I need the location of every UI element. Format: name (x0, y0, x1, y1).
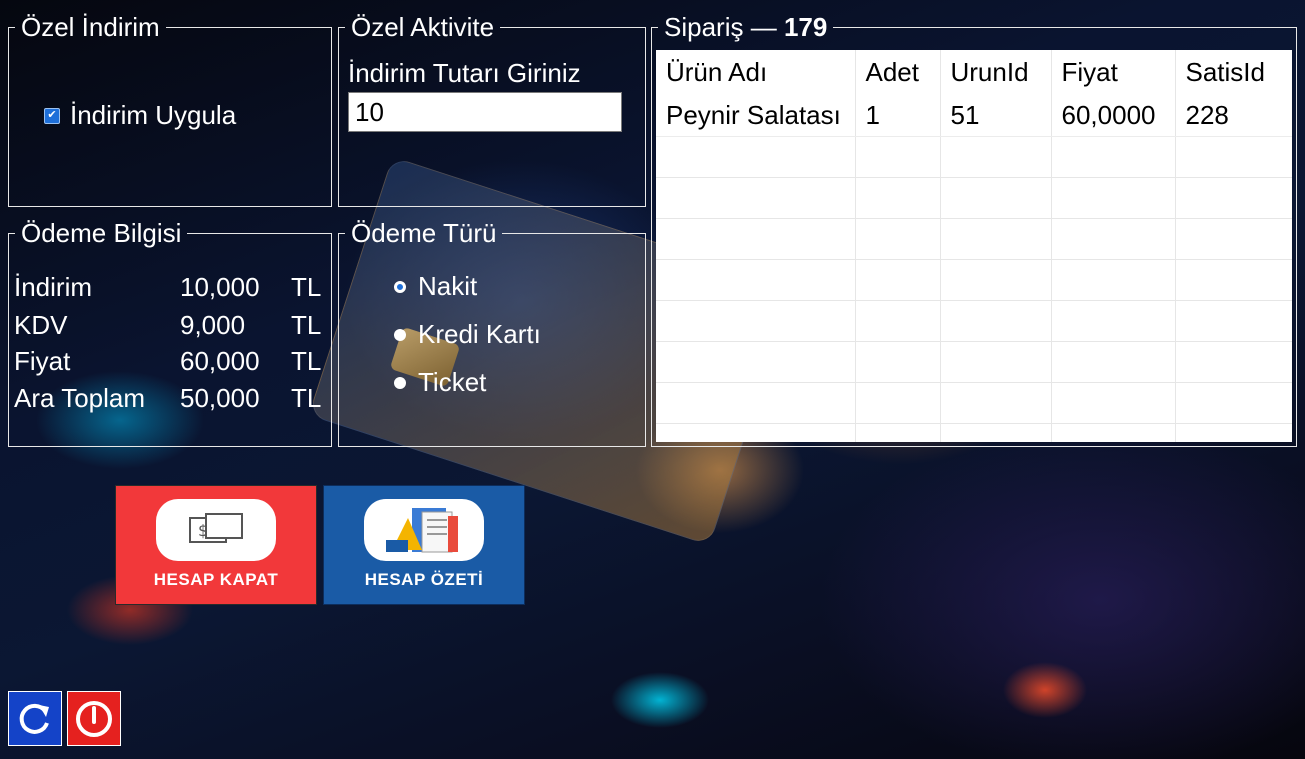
empty-row (656, 300, 1292, 342)
hesap-kapat-button[interactable]: $ HESAP KAPAT (115, 485, 317, 605)
column-header-satisid[interactable]: SatisId (1175, 50, 1292, 95)
info-unit: TL (291, 383, 322, 413)
grid-header-row: Ürün Adı Adet UrunId Fiyat SatisId (656, 50, 1292, 95)
info-unit: TL (291, 272, 322, 302)
info-value: 10,000 (180, 272, 260, 302)
info-value: 60,000 (180, 346, 260, 376)
empty-row (656, 341, 1292, 383)
empty-row (656, 423, 1292, 442)
ozel-indirim-legend: Özel İndirim (21, 12, 160, 42)
cell-fiyat[interactable]: 60,0000 (1051, 95, 1176, 137)
siparis-legend: Sipariş — 179 (664, 12, 828, 42)
column-header-adet[interactable]: Adet (855, 50, 941, 95)
info-key: Fiyat (14, 346, 71, 376)
odeme-bilgisi-legend: Ödeme Bilgisi (21, 218, 182, 248)
hesap-ozeti-button[interactable]: HESAP ÖZETİ (323, 485, 525, 605)
info-key: KDV (14, 310, 68, 340)
siparis-grid[interactable]: Ürün Adı Adet UrunId Fiyat SatisId Peyni… (656, 50, 1292, 442)
siparis-number: 179 (783, 12, 828, 42)
power-button[interactable] (67, 691, 121, 746)
column-header-fiyat[interactable]: Fiyat (1051, 50, 1176, 95)
radio-ticket[interactable]: Ticket (394, 367, 486, 398)
radio-kredi-karti[interactable]: Kredi Kartı (394, 319, 541, 350)
info-key: İndirim (14, 272, 93, 302)
indirim-uygula-checkbox[interactable]: ✔ İndirim Uygula (44, 100, 236, 131)
radio-unselected-icon[interactable] (394, 328, 406, 341)
table-row[interactable]: Peynir Salatası 1 51 60,0000 228 (656, 95, 1292, 137)
odeme-turu-legend: Ödeme Türü (351, 218, 497, 248)
hesap-kapat-label[interactable]: HESAP KAPAT (154, 570, 279, 590)
info-key: Ara Toplam (14, 383, 146, 413)
indirim-tutari-label: İndirim Tutarı Giriniz (348, 58, 581, 88)
refresh-button[interactable] (8, 691, 62, 746)
empty-row (656, 259, 1292, 301)
radio-nakit[interactable]: Nakit (394, 271, 477, 302)
radio-selected-icon[interactable] (394, 280, 406, 293)
indirim-tutari-input[interactable] (348, 92, 622, 132)
info-value: 9,000 (180, 310, 246, 340)
indirim-uygula-label[interactable]: İndirim Uygula (70, 100, 236, 131)
hesap-ozeti-label[interactable]: HESAP ÖZETİ (365, 570, 484, 590)
power-icon[interactable] (73, 698, 115, 740)
empty-row (656, 177, 1292, 219)
radio-label[interactable]: Nakit (418, 271, 477, 302)
svg-text:$: $ (198, 521, 208, 540)
radio-unselected-icon[interactable] (394, 376, 406, 389)
empty-row (656, 136, 1292, 178)
column-header-urunid[interactable]: UrunId (940, 50, 1052, 95)
ozel-aktivite-legend: Özel Aktivite (351, 12, 495, 42)
cell-adet[interactable]: 1 (855, 95, 941, 137)
radio-label[interactable]: Ticket (418, 367, 486, 398)
empty-row (656, 382, 1292, 424)
cash-payment-icon[interactable]: $ (156, 499, 276, 561)
report-documents-icon[interactable] (364, 499, 484, 561)
empty-row (656, 218, 1292, 260)
cell-urun-adi[interactable]: Peynir Salatası (656, 95, 856, 137)
cell-urunid[interactable]: 51 (940, 95, 1052, 137)
info-unit: TL (291, 346, 322, 376)
cell-satisid[interactable]: 228 (1175, 95, 1292, 137)
siparis-legend-label: Sipariş (664, 12, 744, 42)
info-value: 50,000 (180, 383, 260, 413)
checkbox-checked-icon[interactable]: ✔ (44, 107, 60, 124)
info-unit: TL (291, 310, 322, 340)
column-header-urun-adi[interactable]: Ürün Adı (656, 50, 856, 95)
refresh-icon[interactable] (15, 699, 55, 739)
radio-label[interactable]: Kredi Kartı (418, 319, 541, 350)
